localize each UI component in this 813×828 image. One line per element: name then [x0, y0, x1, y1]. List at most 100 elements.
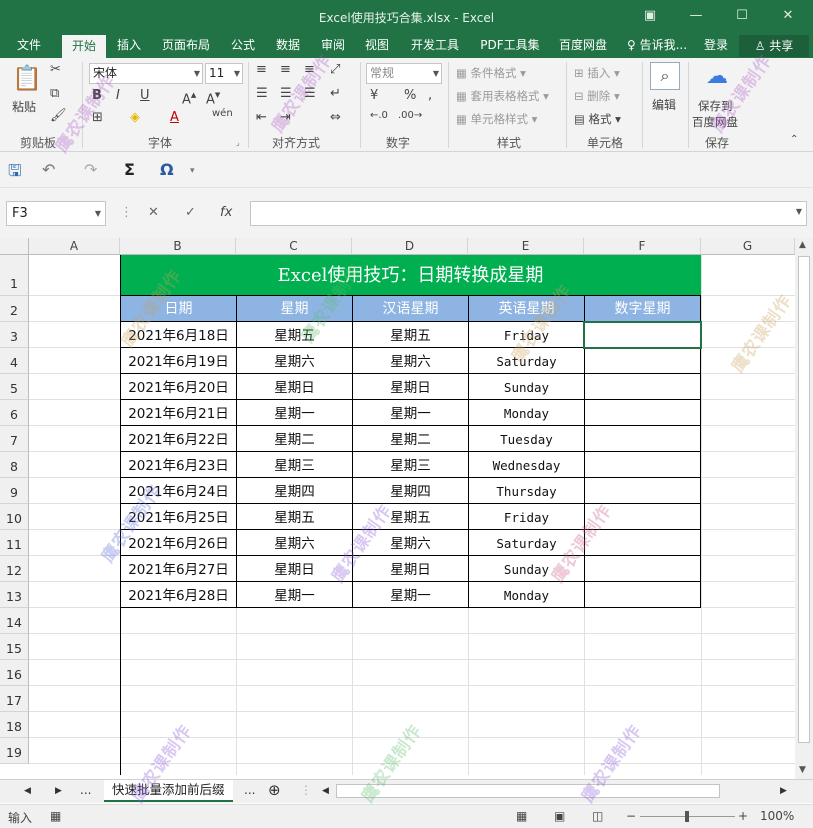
font-dialog-launcher-icon[interactable]: ⌟	[236, 138, 240, 147]
tell-me-search[interactable]: ♀ 告诉我...	[622, 34, 692, 58]
wrap-text-icon[interactable]: ↵	[330, 86, 341, 101]
align-top-icon[interactable]: ≡	[256, 62, 267, 77]
row-header[interactable]: 18	[0, 712, 29, 738]
minimize-button[interactable]: —	[683, 6, 709, 26]
insert-function-icon[interactable]: fx	[220, 205, 232, 220]
next-sheet-icon[interactable]: ▶	[55, 786, 62, 796]
table-cell[interactable]: 2021年6月28日	[121, 582, 237, 608]
sum-icon[interactable]: Σ	[124, 160, 135, 179]
table-cell[interactable]: 2021年6月27日	[121, 556, 237, 582]
table-cell[interactable]: 星期三	[353, 452, 469, 478]
normal-view-icon[interactable]: ▦	[516, 809, 527, 823]
table-cell[interactable]: 星期六	[237, 530, 353, 556]
formula-input[interactable]: ▼	[250, 201, 807, 226]
table-cell[interactable]: 星期五	[237, 504, 353, 530]
table-cell[interactable]	[585, 426, 701, 452]
row-header[interactable]: 11	[0, 530, 29, 556]
tab-file[interactable]: 文件	[8, 34, 50, 58]
share-button[interactable]: ♙ 共享	[739, 35, 809, 57]
row-header[interactable]: 5	[0, 374, 29, 400]
table-cell[interactable]: 星期一	[237, 582, 353, 608]
table-cell[interactable]: 星期五	[237, 322, 353, 348]
font-size-select[interactable]: 11 ▼	[205, 63, 243, 84]
table-cell[interactable]: 星期二	[237, 426, 353, 452]
cut-icon[interactable]: ✂	[50, 62, 61, 77]
table-cell[interactable]: 星期六	[237, 348, 353, 374]
column-header-b[interactable]: B	[120, 238, 236, 255]
sheet-title[interactable]: Excel使用技巧：日期转换成星期	[120, 255, 701, 296]
tab-split-icon[interactable]: ⋮	[300, 783, 312, 797]
tab-formulas[interactable]: 公式	[224, 34, 262, 58]
table-cell[interactable]: 星期三	[237, 452, 353, 478]
name-box[interactable]: F3 ▼	[6, 201, 106, 226]
table-cell[interactable]: 星期一	[353, 582, 469, 608]
table-cell[interactable]: 星期五	[353, 322, 469, 348]
currency-icon[interactable]: ¥	[370, 88, 378, 103]
row-header[interactable]: 3	[0, 322, 29, 348]
table-cell[interactable]: 2021年6月21日	[121, 400, 237, 426]
customize-toolbar-icon[interactable]: ▾	[190, 166, 195, 176]
header-chinese-weekday[interactable]: 汉语星期	[353, 296, 469, 322]
format-cells-button[interactable]: ▤ 格式 ▾	[574, 111, 621, 127]
table-cell[interactable]: Wednesday	[469, 452, 585, 478]
selected-cell[interactable]	[583, 321, 702, 349]
table-cell[interactable]: 星期一	[237, 400, 353, 426]
table-cell[interactable]: 星期一	[353, 400, 469, 426]
table-cell[interactable]: 2021年6月19日	[121, 348, 237, 374]
paste-icon[interactable]: 📋	[12, 64, 42, 94]
conditional-format-button[interactable]: ▦ 条件格式 ▾	[456, 65, 526, 81]
header-numeric-weekday[interactable]: 数字星期	[585, 296, 701, 322]
tab-pdf-tools[interactable]: PDF工具集	[474, 34, 546, 58]
merge-center-icon[interactable]: ⇔	[330, 110, 341, 125]
prev-sheet-icon[interactable]: ◀	[24, 786, 31, 796]
column-header-c[interactable]: C	[236, 238, 352, 255]
close-button[interactable]: ✕	[775, 6, 801, 26]
number-format-select[interactable]: 常规 ▼	[366, 63, 442, 84]
table-cell[interactable]: Friday	[469, 504, 585, 530]
row-header[interactable]: 9	[0, 478, 29, 504]
insert-cells-button[interactable]: ⊞ 插入 ▾	[574, 65, 620, 81]
edit-button[interactable]: 编辑	[652, 96, 676, 113]
row-header[interactable]: 8	[0, 452, 29, 478]
search-icon[interactable]: ⌕	[650, 62, 680, 90]
align-left-icon[interactable]: ☰	[256, 86, 268, 101]
table-cell[interactable]: Monday	[469, 400, 585, 426]
table-cell[interactable]	[585, 478, 701, 504]
tab-data[interactable]: 数据	[268, 34, 308, 58]
redo-icon[interactable]: ↷	[84, 160, 97, 179]
table-cell[interactable]	[585, 556, 701, 582]
comma-icon[interactable]: ,	[428, 88, 432, 103]
column-header-f[interactable]: F	[584, 238, 701, 255]
row-header[interactable]: 17	[0, 686, 29, 712]
zoom-slider-thumb[interactable]	[685, 811, 689, 822]
table-cell[interactable]: 2021年6月22日	[121, 426, 237, 452]
table-format-button[interactable]: ▦ 套用表格格式 ▾	[456, 88, 549, 104]
row-header[interactable]: 16	[0, 660, 29, 686]
column-header-a[interactable]: A	[29, 238, 120, 255]
row-header[interactable]: 1	[0, 255, 29, 296]
spreadsheet-grid[interactable]: A B C D E F G 1 2 3 4 5 6 7 8 9 10 11 12 13 14 15 16 17 1…	[0, 238, 795, 775]
tab-view[interactable]: 视图	[358, 34, 396, 58]
table-cell[interactable]	[585, 400, 701, 426]
column-header-e[interactable]: E	[468, 238, 584, 255]
underline-icon[interactable]: U	[140, 88, 150, 103]
table-cell[interactable]: 2021年6月23日	[121, 452, 237, 478]
table-cell[interactable]	[585, 530, 701, 556]
table-cell[interactable]	[585, 582, 701, 608]
row-header[interactable]: 4	[0, 348, 29, 374]
maximize-button[interactable]: ☐	[729, 6, 755, 26]
align-middle-icon[interactable]: ≡	[280, 62, 291, 77]
table-cell[interactable]	[585, 348, 701, 374]
scroll-thumb[interactable]	[798, 256, 810, 743]
italic-icon[interactable]: I	[116, 88, 120, 103]
vertical-scrollbar[interactable]: ▲ ▼	[795, 238, 813, 779]
table-cell[interactable]: 星期四	[237, 478, 353, 504]
decrease-decimal-icon[interactable]: .00→	[398, 110, 422, 121]
increase-font-icon[interactable]: A▴	[182, 88, 196, 107]
more-sheets-left[interactable]: ...	[80, 783, 91, 797]
more-sheets-right[interactable]: ...	[244, 783, 255, 797]
table-cell[interactable]: Sunday	[469, 374, 585, 400]
zoom-level[interactable]: 100%	[760, 809, 794, 823]
font-color-icon[interactable]: A	[170, 110, 179, 125]
table-cell[interactable]: 2021年6月20日	[121, 374, 237, 400]
